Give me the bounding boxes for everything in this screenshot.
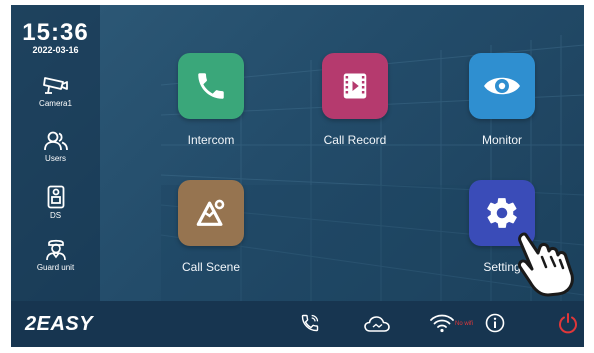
call-record-tile[interactable] bbox=[322, 53, 388, 119]
info-button[interactable] bbox=[485, 313, 505, 338]
touch-hand-icon bbox=[518, 232, 574, 297]
sidebar-item-guard-unit[interactable]: Guard unit bbox=[11, 237, 100, 272]
info-icon bbox=[485, 313, 505, 333]
cloud-icon bbox=[364, 316, 390, 332]
wifi-icon bbox=[430, 314, 454, 333]
intercom-tile[interactable] bbox=[178, 53, 244, 119]
eye-icon bbox=[484, 77, 520, 95]
app-label: Call Scene bbox=[181, 260, 241, 274]
app-label: Monitor bbox=[481, 133, 522, 147]
app-label: Call Record bbox=[323, 133, 387, 147]
app-call-scene[interactable]: Call Scene bbox=[161, 180, 261, 274]
app-monitor[interactable]: Monitor bbox=[452, 53, 552, 147]
sidebar-item-ds[interactable]: DS bbox=[11, 185, 100, 220]
cloud-button[interactable] bbox=[363, 314, 391, 339]
intercom-screen: 15:36 2022-03-16 Camera1 Users DS Guard … bbox=[11, 5, 584, 347]
sidebar-item-label: Guard unit bbox=[36, 263, 75, 272]
users-icon bbox=[43, 131, 68, 151]
monitor-tile[interactable] bbox=[469, 53, 535, 119]
sidebar-item-camera1[interactable]: Camera1 bbox=[11, 75, 100, 108]
video-record-icon bbox=[343, 73, 367, 99]
phone-icon bbox=[198, 73, 224, 99]
app-label: Intercom bbox=[187, 133, 235, 147]
clock-date: 2022-03-16 bbox=[32, 45, 79, 55]
door-station-icon bbox=[47, 185, 64, 209]
bottom-bar: 2EASY No wifi bbox=[11, 301, 584, 347]
sidebar: 15:36 2022-03-16 Camera1 Users DS Guard … bbox=[11, 5, 100, 301]
app-call-record[interactable]: Call Record bbox=[305, 53, 405, 147]
guard-icon bbox=[45, 239, 66, 261]
power-icon bbox=[559, 313, 577, 334]
app-intercom[interactable]: Intercom bbox=[161, 53, 261, 147]
power-button[interactable] bbox=[558, 312, 578, 339]
cctv-camera-icon bbox=[42, 77, 68, 94]
brand-logo: 2EASY bbox=[25, 313, 94, 335]
sidebar-item-label: DS bbox=[49, 211, 62, 220]
sidebar-item-label: Users bbox=[45, 154, 66, 163]
gear-icon bbox=[487, 198, 517, 228]
sidebar-item-users[interactable]: Users bbox=[11, 130, 100, 163]
call-log-button[interactable] bbox=[300, 312, 320, 339]
sidebar-item-label: Camera1 bbox=[39, 99, 72, 108]
clock-time: 15:36 bbox=[22, 19, 89, 46]
call-log-icon bbox=[301, 314, 319, 332]
wifi-button[interactable] bbox=[429, 313, 455, 338]
call-scene-tile[interactable] bbox=[178, 180, 244, 246]
wifi-status-text: No wifi bbox=[455, 321, 474, 327]
mountain-scene-icon bbox=[196, 199, 225, 226]
